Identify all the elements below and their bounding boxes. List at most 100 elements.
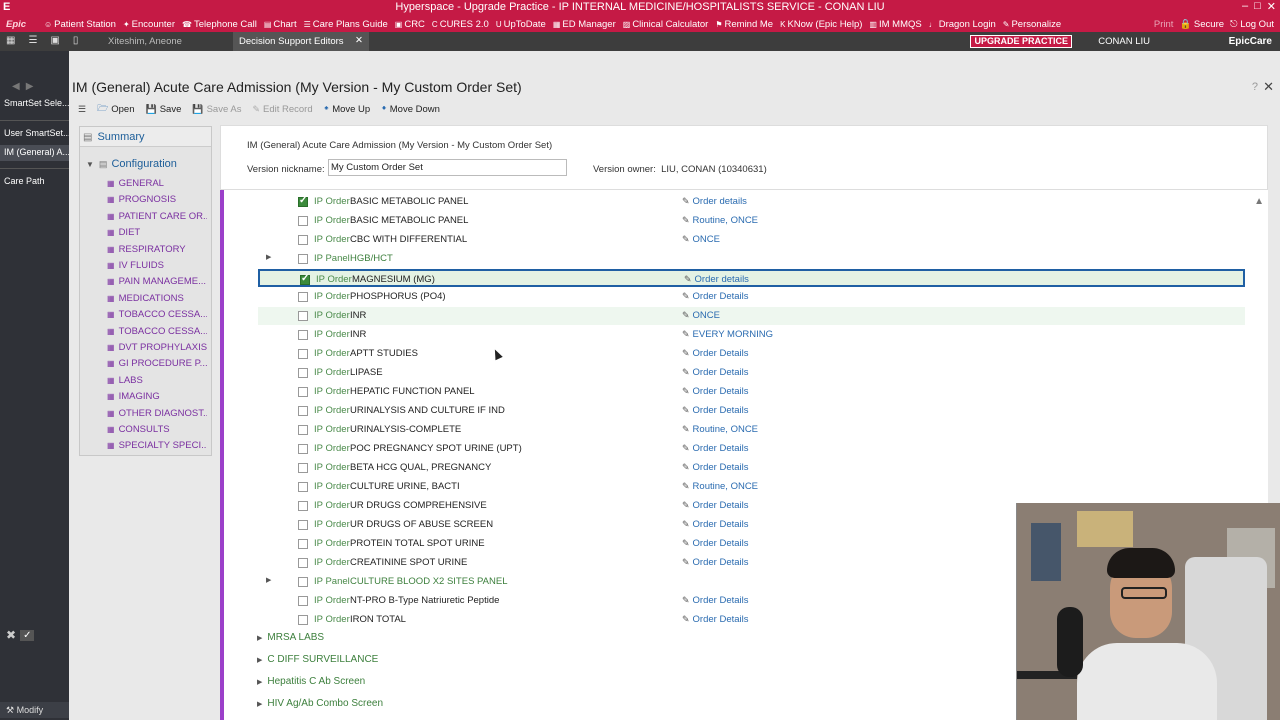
edit-record-button[interactable]: ✎ Edit Record xyxy=(252,104,312,115)
toolbar-item-personalize[interactable]: ✎ Personalize xyxy=(1003,19,1061,30)
sidebar-item[interactable]: ▦ DIET xyxy=(107,227,207,238)
tab-patient[interactable]: Xiteshim, Aneone xyxy=(102,32,232,51)
order-row[interactable]: IP OrderBASIC METABOLIC PANEL ✎Order deta… xyxy=(258,193,1245,211)
list-icon[interactable]: ☰ xyxy=(28,35,37,46)
calendar-icon[interactable]: ▦ xyxy=(6,35,15,46)
expand-icon[interactable]: ▶ xyxy=(257,679,262,686)
order-group[interactable]: ▶ HIV Ag/Ab Combo Screen xyxy=(257,698,383,709)
order-checkbox[interactable] xyxy=(298,311,308,321)
order-checkbox[interactable] xyxy=(298,387,308,397)
order-checkbox[interactable] xyxy=(298,235,308,245)
sidebar-item[interactable]: ▦ TOBACCO CESSA... xyxy=(107,326,207,337)
order-checkbox[interactable] xyxy=(298,425,308,435)
nav-item-im-general[interactable]: IM (General) A... xyxy=(0,145,69,161)
expand-icon[interactable]: ▶ xyxy=(257,635,262,642)
nickname-field[interactable] xyxy=(328,159,567,176)
move-up-button[interactable]: 🠹 Move Up xyxy=(324,101,371,117)
menu-button[interactable]: ☰ xyxy=(78,104,86,115)
nav-item-smartset-selection[interactable]: SmartSet Sele... xyxy=(0,98,69,108)
order-details-link[interactable]: ✎ EVERY MORNING xyxy=(682,329,773,340)
order-checkbox[interactable] xyxy=(298,520,308,530)
sidebar-configuration[interactable]: ▼ ▤ Configuration xyxy=(86,158,177,170)
toolbar-item-chart[interactable]: ▤ Chart xyxy=(264,19,297,30)
expand-icon[interactable]: ▶ xyxy=(266,576,271,584)
tab-decision-support-editors[interactable]: Decision Support Editors ✕ xyxy=(233,32,369,51)
order-row[interactable]: IP Order INR ✎ EVERY MORNING xyxy=(258,326,1245,344)
order-row[interactable]: IP Order URINALYSIS-COMPLETE ✎ Routine, ONC… xyxy=(258,421,1245,439)
order-details-link[interactable]: ✎ Order details xyxy=(682,196,747,207)
sidebar-item[interactable]: ▦ DVT PROPHYLAXIS xyxy=(107,342,207,353)
order-checkbox[interactable] xyxy=(298,539,308,549)
order-details-link[interactable]: ✎ ONCE xyxy=(682,310,720,321)
order-details-link[interactable]: ✎ ONCE xyxy=(682,234,720,245)
maximize-icon[interactable]: □ xyxy=(1254,0,1261,13)
toolbar-item-cures-2-0[interactable]: C CURES 2.0 xyxy=(432,19,489,30)
sidebar-item[interactable]: ▦ IV FLUIDS xyxy=(107,260,207,271)
order-row[interactable]: IP Order BETA HCG QUAL, PREGNANCY ✎ Order D… xyxy=(258,459,1245,477)
sidebar-item[interactable]: ▦ LABS xyxy=(107,375,207,386)
order-row[interactable]: IP Order PHOSPHORUS (PO4) ✎ Order Details xyxy=(258,288,1245,306)
toolbar-item-encounter[interactable]: ✦ Encounter xyxy=(123,19,175,30)
order-checkbox[interactable] xyxy=(298,596,308,606)
toolbar-item-know-epic-help[interactable]: K KNow (Epic Help) xyxy=(780,19,862,30)
toolbar-item-clinical-calculator[interactable]: ▨ Clinical Calculator xyxy=(623,19,709,30)
order-details-link[interactable]: ✎ Order Details xyxy=(682,557,749,568)
order-checkbox[interactable] xyxy=(298,444,308,454)
order-details-link[interactable]: ✎ Order Details xyxy=(682,595,749,606)
order-row[interactable]: IP Order URINALYSIS AND CULTURE IF IND ✎ Or… xyxy=(258,402,1245,420)
sidebar-item[interactable]: ▦ PAIN MANAGEME... xyxy=(107,276,207,287)
expand-icon[interactable]: ▶ xyxy=(266,253,271,261)
modify-button[interactable]: ⚒ Modify xyxy=(0,702,69,718)
close-icon[interactable]: ✕ xyxy=(1263,79,1274,95)
inbox-icon[interactable]: ▣ xyxy=(50,35,59,46)
toolbar-item-patient-station[interactable]: ☺ Patient Station xyxy=(44,19,116,30)
sidebar-item[interactable]: ▦ GI PROCEDURE P... xyxy=(107,358,207,369)
order-checkbox[interactable] xyxy=(298,463,308,473)
order-details-link[interactable]: ✎ Order Details xyxy=(682,443,749,454)
toolbar-item-telephone-call[interactable]: ☎ Telephone Call xyxy=(182,19,257,30)
order-checkbox[interactable] xyxy=(298,558,308,568)
order-checkbox[interactable] xyxy=(298,577,308,587)
order-checkbox[interactable] xyxy=(298,501,308,511)
order-row[interactable]: IP Order CULTURE URINE, BACTI ✎ Routine, ON… xyxy=(258,478,1245,496)
sidebar-item[interactable]: ▦ RESPIRATORY xyxy=(107,244,207,255)
sidebar-item[interactable]: ▦ GENERAL xyxy=(107,178,207,189)
sidebar-item[interactable]: ▦ TOBACCO CESSA... xyxy=(107,309,207,320)
toolbar-item-ed-manager[interactable]: ▦ ED Manager xyxy=(553,19,616,30)
sidebar-summary[interactable]: ▤ Summary xyxy=(80,127,211,147)
sidebar-item[interactable]: ▦ PROGNOSIS xyxy=(107,194,207,205)
scroll-up-icon[interactable]: ▲ xyxy=(1254,196,1264,207)
pin-icon[interactable]: ✖ xyxy=(6,628,16,642)
order-row[interactable]: IP Order CBC WITH DIFFERENTIAL ✎ ONCE xyxy=(258,231,1245,249)
order-checkbox[interactable] xyxy=(298,254,308,264)
order-row[interactable]: IP OrderMAGNESIUM (MG) ✎Order details xyxy=(258,269,1245,287)
order-details-link[interactable]: ✎ Order Details xyxy=(682,386,749,397)
user-name[interactable]: CONAN LIU xyxy=(1098,36,1150,47)
order-group[interactable]: ▶ C DIFF SURVEILLANCE xyxy=(257,654,378,665)
epic-logo[interactable]: Epic xyxy=(0,19,44,30)
order-row[interactable]: ▶ IP Panel HGB/HCT xyxy=(258,250,1245,268)
chat-icon[interactable]: ▯ xyxy=(73,35,79,46)
order-checkbox[interactable] xyxy=(300,273,310,285)
sidebar-item[interactable]: ▦ SPECIALTY SPECI... xyxy=(107,440,207,451)
logout-button[interactable]: ⎋ Log Out xyxy=(1230,19,1274,30)
open-button[interactable]: 🗁 Open xyxy=(97,101,134,117)
order-checkbox[interactable] xyxy=(298,482,308,492)
toolbar-item-uptodate[interactable]: U UpToDate xyxy=(496,19,546,30)
toolbar-item-im-mmqs[interactable]: ▥ IM MMQS xyxy=(869,19,921,30)
print-button[interactable]: Print xyxy=(1154,19,1174,30)
nav-item-user-smartset[interactable]: User SmartSet... xyxy=(0,128,69,138)
order-details-link[interactable]: ✎ Order Details xyxy=(682,614,749,625)
order-details-link[interactable]: ✎ Order Details xyxy=(682,348,749,359)
order-row[interactable]: IP Order LIPASE ✎ Order Details xyxy=(258,364,1245,382)
order-checkbox[interactable] xyxy=(298,406,308,416)
order-details-link[interactable]: ✎ Order Details xyxy=(682,405,749,416)
back-forward-icon[interactable]: ◀▶ xyxy=(12,81,39,92)
order-checkbox[interactable] xyxy=(298,330,308,340)
order-details-link[interactable]: ✎ Order details xyxy=(684,274,749,285)
sidebar-item[interactable]: ▦ CONSULTS xyxy=(107,424,207,435)
toolbar-item-dragon-login[interactable]: ♩ Dragon Login xyxy=(929,19,996,30)
order-row[interactable]: IP Order HEPATIC FUNCTION PANEL ✎ Order Det… xyxy=(258,383,1245,401)
close-window-icon[interactable]: ✕ xyxy=(1267,0,1276,13)
nav-item-care-path[interactable]: Care Path xyxy=(0,176,69,186)
